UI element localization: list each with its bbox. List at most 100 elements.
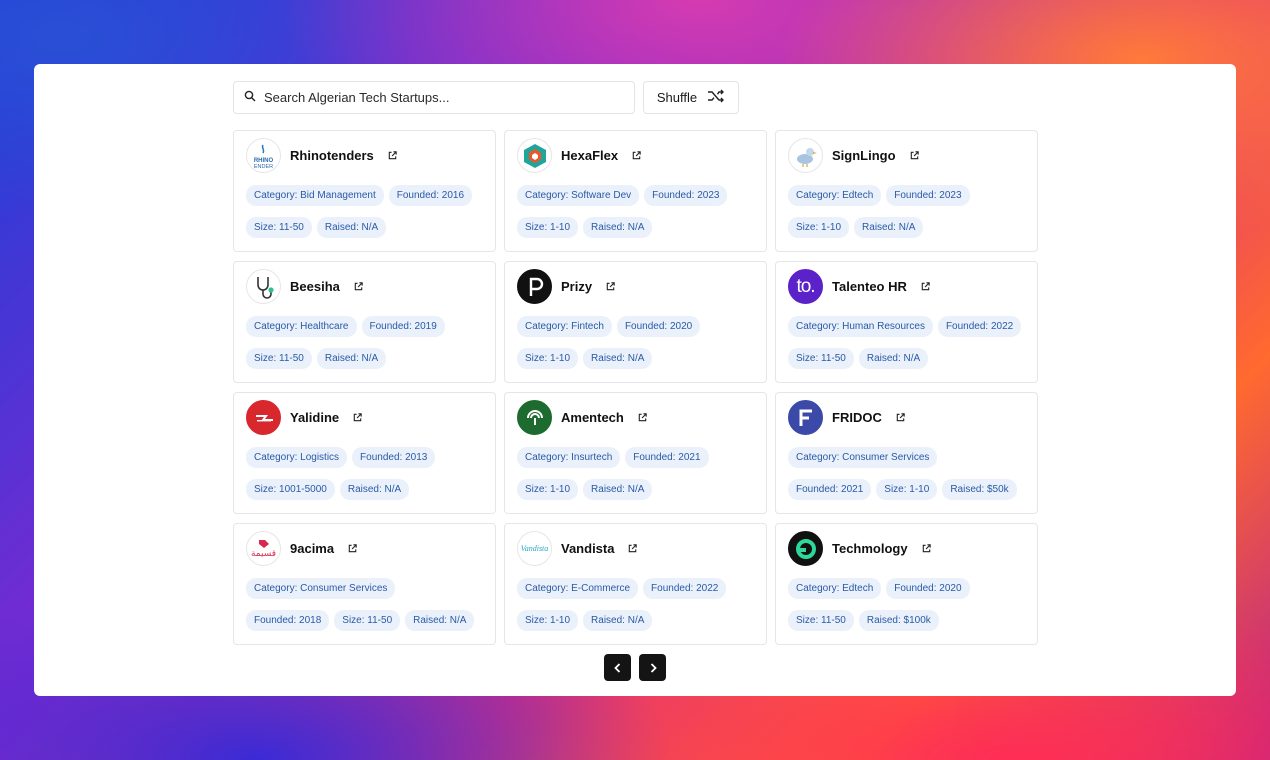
hexaflex-logo [517,138,552,173]
main-panel: Shuffle RHINOENDER Rhinotenders Category… [34,64,1236,696]
founded-tag: Founded: 2022 [937,316,1022,337]
vandista-logo: Vandista [517,531,552,566]
startup-name: Yalidine [290,410,340,425]
shuffle-button[interactable]: Shuffle [643,81,739,114]
toolbar: Shuffle [233,81,1037,114]
startup-card: Vandista Vandista Category: E-Commerce F… [504,523,767,645]
size-tag: Size: 11-50 [246,348,312,369]
previous-page-button[interactable] [604,654,631,681]
9acima-logo: قسيمة [246,531,281,566]
startup-name: Techmology [832,541,908,556]
raised-tag: Raised: N/A [858,348,929,369]
size-tag: Size: 1-10 [517,348,579,369]
chevron-left-icon [613,662,620,673]
startup-card: Yalidine Category: Logistics Founded: 20… [233,392,496,514]
startup-card: Techmology Category: Edtech Founded: 202… [775,523,1038,645]
category-tag: Category: Software Dev [517,185,640,206]
founded-tag: Founded: 2020 [886,578,970,599]
startup-name: HexaFlex [561,148,619,163]
search-box[interactable] [233,81,635,114]
startup-card: RHINO ENDER Rhinotenders Category: Bid Ma… [233,130,496,252]
startup-name: Beesiha [290,279,340,294]
external-link-icon[interactable] [627,543,638,554]
talenteo-logo: to. [788,269,823,304]
startup-card: HexaFlex Category: Software Dev Founded:… [504,130,767,252]
startup-card: FRIDOC Category: Consumer Services Found… [775,392,1038,514]
rhinotenders-logo: RHINO ENDER [246,138,281,173]
amentech-logo [517,400,552,435]
talenteo-logo-text: to. [796,275,815,297]
external-link-icon[interactable] [920,281,931,292]
founded-tag: Founded: 2018 [246,610,330,631]
startup-name: FRIDOC [832,410,882,425]
category-tag: Category: Consumer Services [788,447,938,468]
fridoc-logo [788,400,823,435]
svg-text:ENDER: ENDER [254,164,273,170]
startup-card: Prizy Category: Fintech Founded: 2020 Si… [504,261,767,383]
category-tag: Category: Bid Management [246,185,384,206]
size-tag: Size: 1001-5000 [246,479,335,500]
external-link-icon[interactable] [352,412,363,423]
raised-tag: Raised: $100k [858,610,939,631]
category-tag: Category: Edtech [788,185,882,206]
raised-tag: Raised: $50k [942,479,1017,500]
next-page-button[interactable] [639,654,666,681]
size-tag: Size: 1-10 [788,217,850,238]
startup-name: Amentech [561,410,624,425]
size-tag: Size: 1-10 [876,479,938,500]
startup-name: Talenteo HR [832,279,907,294]
raised-tag: Raised: N/A [583,610,653,631]
external-link-icon[interactable] [921,543,932,554]
startup-name: Rhinotenders [290,148,374,163]
external-link-icon[interactable] [347,543,358,554]
founded-tag: Founded: 2013 [352,447,436,468]
size-tag: Size: 11-50 [788,348,854,369]
founded-tag: Founded: 2022 [643,578,727,599]
category-tag: Category: E-Commerce [517,578,639,599]
size-tag: Size: 1-10 [517,610,579,631]
startup-name: Vandista [561,541,615,556]
raised-tag: Raised: N/A [583,348,653,369]
category-tag: Category: Edtech [788,578,882,599]
external-link-icon[interactable] [353,281,364,292]
shuffle-icon [707,89,725,106]
pagination [233,654,1037,681]
size-tag: Size: 11-50 [788,610,854,631]
size-tag: Size: 11-50 [246,217,312,238]
founded-tag: Founded: 2019 [361,316,445,337]
category-tag: Category: Healthcare [246,316,357,337]
founded-tag: Founded: 2021 [625,447,709,468]
raised-tag: Raised: N/A [316,217,387,238]
category-tag: Category: Consumer Services [246,578,396,599]
external-link-icon[interactable] [909,150,920,161]
startup-card: SignLingo Category: Edtech Founded: 2023… [775,130,1038,252]
external-link-icon[interactable] [895,412,906,423]
category-tag: Category: Insurtech [517,447,621,468]
founded-tag: Founded: 2023 [886,185,970,206]
startup-card: Amentech Category: Insurtech Founded: 20… [504,392,767,514]
startup-card: قسيمة 9acima Category: Consumer Services… [233,523,496,645]
external-link-icon[interactable] [637,412,648,423]
search-icon [244,89,256,107]
raised-tag: Raised: N/A [316,348,387,369]
9acima-logo-text: قسيمة [250,549,277,559]
external-link-icon[interactable] [387,150,398,161]
startup-name: 9acima [290,541,335,556]
techmology-logo [788,531,823,566]
founded-tag: Founded: 2020 [616,316,701,337]
content: Shuffle RHINOENDER Rhinotenders Category… [233,81,1038,681]
raised-tag: Raised: N/A [583,479,653,500]
startup-card: Beesiha Category: Healthcare Founded: 20… [233,261,496,383]
external-link-icon[interactable] [605,281,616,292]
shuffle-label: Shuffle [656,90,698,105]
founded-tag: Founded: 2021 [788,479,872,500]
prizy-logo [517,269,552,304]
category-tag: Category: Fintech [517,316,612,337]
vandista-logo-text: Vandista [520,544,549,553]
startup-grid: RHINO ENDER Rhinotenders Category: Bid Ma… [233,130,1038,645]
founded-tag: Founded: 2023 [644,185,728,206]
size-tag: Size: 11-50 [334,610,401,631]
external-link-icon[interactable] [631,150,642,161]
category-tag: Category: Logistics [246,447,348,468]
search-input[interactable] [264,90,634,105]
